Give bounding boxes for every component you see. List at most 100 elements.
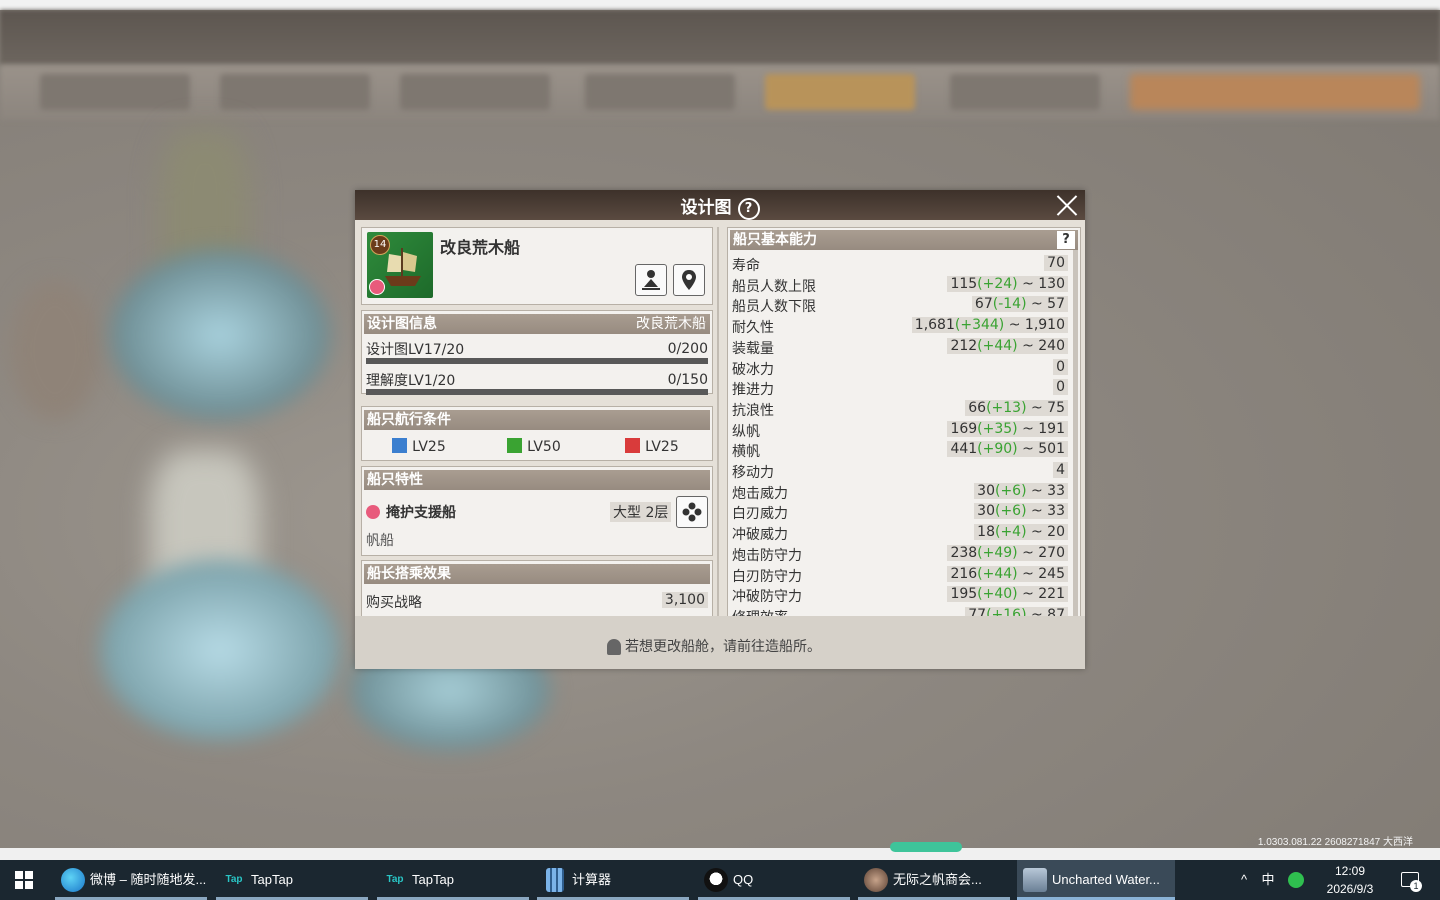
stat-value: 238(+49) ~ 270 (947, 544, 1068, 561)
stat-value: 18(+4) ~ 20 (974, 524, 1068, 541)
blurred-nav-button (950, 74, 1100, 110)
captain-effect-section: 船长搭乘效果 购买战略 3,100 (361, 560, 713, 617)
stat-max: ~ 240 (1017, 337, 1065, 354)
stat-row: 推进力 0 (728, 379, 1074, 400)
taskbar-item-qq[interactable]: QQ (698, 860, 850, 900)
stat-base: 70 (1047, 255, 1065, 271)
ime-indicator[interactable]: 中 (1260, 860, 1276, 900)
stat-max: ~ 130 (1017, 275, 1065, 292)
understanding-progress: 0/150 (667, 372, 708, 388)
start-button[interactable] (0, 860, 48, 900)
stat-base: 66 (968, 399, 987, 416)
taskbar-item-taptap-2[interactable]: Tap TapTap (377, 860, 529, 900)
blurred-ship-model (110, 250, 330, 420)
ship-traits-section: 船只特性 掩护支援船 大型 2层 帆船 (361, 466, 713, 556)
blueprint-dialog: 设计图? 14 改良荒木船 设计图信息 改良荒木船 设计图LV17/20 0/2… (355, 190, 1085, 669)
stat-row: 炮击威力 30(+6) ~ 33 (728, 482, 1074, 504)
taskbar-item-label: TapTap (251, 872, 293, 887)
stat-max: ~ 245 (1017, 565, 1065, 582)
windows-logo-icon (15, 871, 33, 889)
taskbar-item-guild[interactable]: 无际之帆商会... (858, 860, 1010, 900)
footer-note: 若想更改船舱，请前往造船所。 (625, 639, 821, 655)
trait-name: 掩护支援船 (386, 505, 456, 521)
stat-value: 1,681(+344) ~ 1,910 (911, 317, 1068, 334)
blueprint-name: 改良荒木船 (636, 316, 706, 332)
stat-max: ~ 270 (1017, 544, 1065, 561)
ship-card: 14 改良荒木船 (361, 227, 713, 305)
window-title-strip (0, 0, 1440, 10)
blurred-nav-button (765, 74, 915, 110)
heart-icon (369, 279, 385, 295)
taskbar-item-label: Uncharted Water... (1052, 872, 1160, 887)
stats-scrollbar[interactable] (1073, 250, 1078, 617)
ship-traits-header: 船只特性 (364, 470, 710, 490)
shipwright-icon (642, 270, 660, 290)
tray-app-icon[interactable] (1286, 860, 1306, 900)
column-divider (717, 227, 719, 616)
stat-value: 30(+6) ~ 33 (974, 482, 1068, 499)
stat-max: ~ 33 (1026, 503, 1065, 520)
taskbar-item-label: 无际之帆商会... (893, 872, 982, 887)
stat-row: 耐久性 1,681(+344) ~ 1,910 (728, 317, 1074, 338)
stat-row: 纵帆 169(+35) ~ 191 (728, 420, 1074, 442)
taskbar-item-uncharted-waters[interactable]: Uncharted Water... (1017, 860, 1175, 900)
battle-icon (625, 438, 640, 453)
stat-row: 破冰力 0 (728, 358, 1074, 380)
taskbar-item-label: QQ (733, 872, 754, 887)
cabin-button[interactable] (676, 496, 708, 528)
tray-chevron-up-icon[interactable]: ^ (1236, 860, 1252, 900)
stat-label: 横帆 (732, 444, 760, 461)
taskbar-item-label: 微博 – 随时随地发... (90, 872, 207, 887)
stat-label: 炮击威力 (732, 485, 788, 502)
stat-label: 炮击防守力 (732, 547, 802, 564)
stat-base: 4 (1056, 462, 1065, 478)
blurred-nav-button (585, 74, 735, 110)
system-clock[interactable]: 12:09 2026/9/3 (1312, 862, 1388, 898)
ship-type: 帆船 (366, 533, 394, 549)
blurred-nav-button (400, 74, 550, 110)
calculator-icon (546, 868, 564, 892)
stat-base: 30 (977, 503, 995, 520)
ship-level-badge: 14 (370, 235, 390, 255)
sailing-conditions-header: 船只航行条件 (364, 410, 710, 430)
stats-help-icon[interactable]: ? (1057, 231, 1075, 249)
stat-label: 耐久性 (732, 320, 774, 337)
ship-thumbnail[interactable]: 14 (367, 232, 433, 298)
stat-label: 冲破威力 (732, 527, 788, 544)
stat-base: 0 (1056, 358, 1065, 375)
taskbar-item-weibo[interactable]: 微博 – 随时随地发... (55, 860, 207, 900)
shipyard-button[interactable] (635, 264, 667, 296)
stat-label: 船员人数下限 (732, 299, 816, 316)
taptap-icon: Tap (222, 868, 246, 892)
game-top-bar (0, 10, 1440, 65)
stat-label: 白刃威力 (732, 506, 788, 523)
taskbar-item-calculator[interactable]: 计算器 (537, 860, 689, 900)
stat-base: 195 (950, 586, 978, 603)
stat-label: 白刃防守力 (732, 568, 802, 585)
location-button[interactable] (673, 264, 705, 296)
condition-level: LV25 (645, 439, 679, 455)
stat-row: 移动力 4 (728, 462, 1074, 483)
notification-button[interactable]: 1 (1398, 860, 1424, 900)
stat-label: 装载量 (732, 340, 774, 357)
stat-row: 冲破防守力 195(+40) ~ 221 (728, 586, 1074, 607)
condition-trade: LV50 (507, 436, 561, 455)
taskbar-item-label: 计算器 (572, 872, 612, 887)
ship-name: 改良荒木船 (440, 238, 521, 257)
stat-value: 115(+24) ~ 130 (947, 275, 1068, 292)
stat-base: 1,681 (914, 317, 955, 334)
stat-bonus: (+24) (977, 275, 1018, 292)
stat-label: 寿命 (732, 258, 760, 274)
stat-bonus: (+4) (994, 524, 1027, 541)
help-icon[interactable]: ? (737, 198, 760, 220)
stat-label: 冲破防守力 (732, 589, 802, 606)
stat-row: 横帆 441(+90) ~ 501 (728, 441, 1074, 462)
close-icon[interactable] (1055, 193, 1079, 217)
bottom-strip (0, 848, 1440, 860)
stat-bonus: (+49) (977, 544, 1018, 561)
stat-max: ~ 191 (1017, 420, 1065, 437)
stat-bonus: (+40) (977, 586, 1018, 603)
stats-list[interactable]: 寿命 70 船员人数上限 115(+24) ~ 130 船员人数下限 67(-14) ~ … (728, 255, 1080, 617)
sailing-conditions-section: 船只航行条件 LV25 LV50 LV25 (361, 406, 713, 461)
taskbar-item-taptap-1[interactable]: Tap TapTap (216, 860, 368, 900)
